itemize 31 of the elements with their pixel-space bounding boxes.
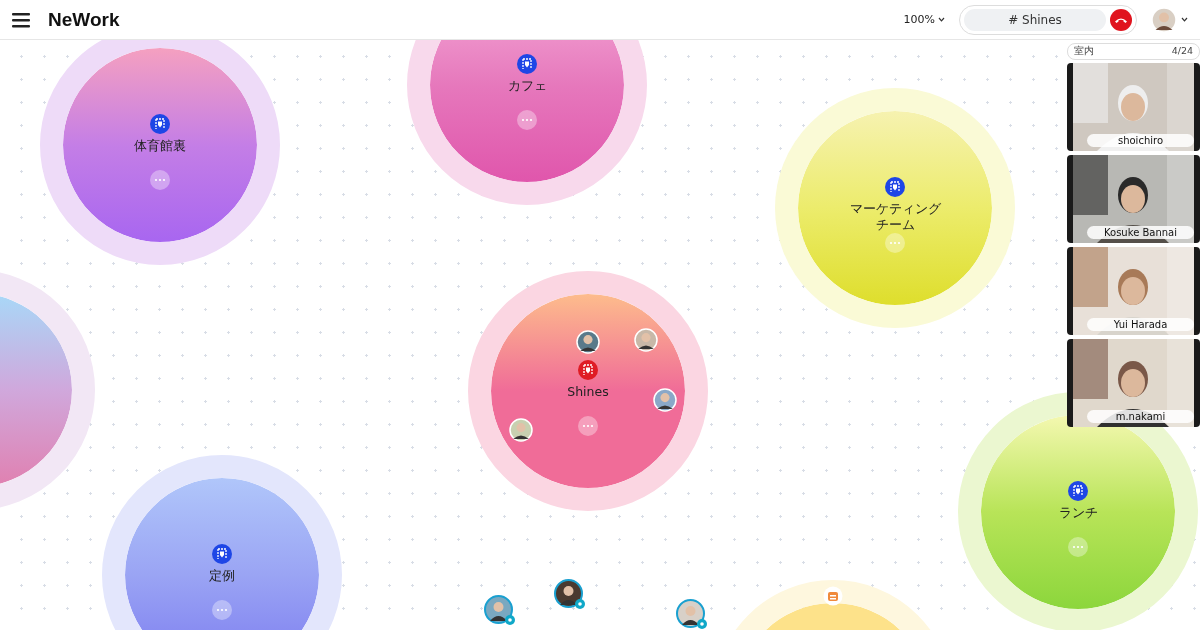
video-tile[interactable]: Kosuke Bannai	[1067, 155, 1200, 243]
video-tile[interactable]: Yui Harada	[1067, 247, 1200, 335]
participant-name: Yui Harada	[1087, 318, 1194, 331]
room-name: 体育館裏	[134, 138, 186, 154]
more-icon[interactable]	[150, 170, 170, 190]
panel-title: 室内	[1074, 45, 1094, 58]
room-name: マーケティングチーム	[848, 201, 942, 233]
video-tile[interactable]: m.nakami	[1067, 339, 1200, 427]
room-name: ランチ	[1058, 505, 1098, 521]
more-icon[interactable]	[578, 416, 598, 436]
more-icon[interactable]	[212, 600, 232, 620]
participant-name: shoichiro	[1087, 134, 1194, 147]
room-name: Shines	[567, 384, 609, 400]
participant-count: 4/24	[1171, 45, 1193, 58]
more-icon[interactable]	[517, 110, 537, 130]
participant-name: Kosuke Bannai	[1087, 226, 1194, 239]
video-tile[interactable]: shoichiro	[1067, 63, 1200, 151]
channel-name[interactable]: # Shines	[964, 8, 1106, 31]
room-name: カフェ	[507, 78, 547, 94]
hang-up-icon[interactable]	[1110, 8, 1132, 31]
chevron-icon	[938, 17, 945, 22]
zoom-dropdown[interactable]: 100%	[903, 13, 945, 26]
chevron-icon[interactable]	[1181, 17, 1188, 22]
user-avatar[interactable]	[1151, 6, 1177, 33]
menu-icon[interactable]	[12, 11, 30, 28]
status-icon	[575, 599, 585, 609]
status-icon	[505, 615, 515, 625]
app-title: NeWork	[48, 8, 120, 31]
badge-icon	[823, 586, 843, 606]
room-name: 定例	[209, 568, 235, 584]
participant-name: m.nakami	[1087, 410, 1194, 423]
